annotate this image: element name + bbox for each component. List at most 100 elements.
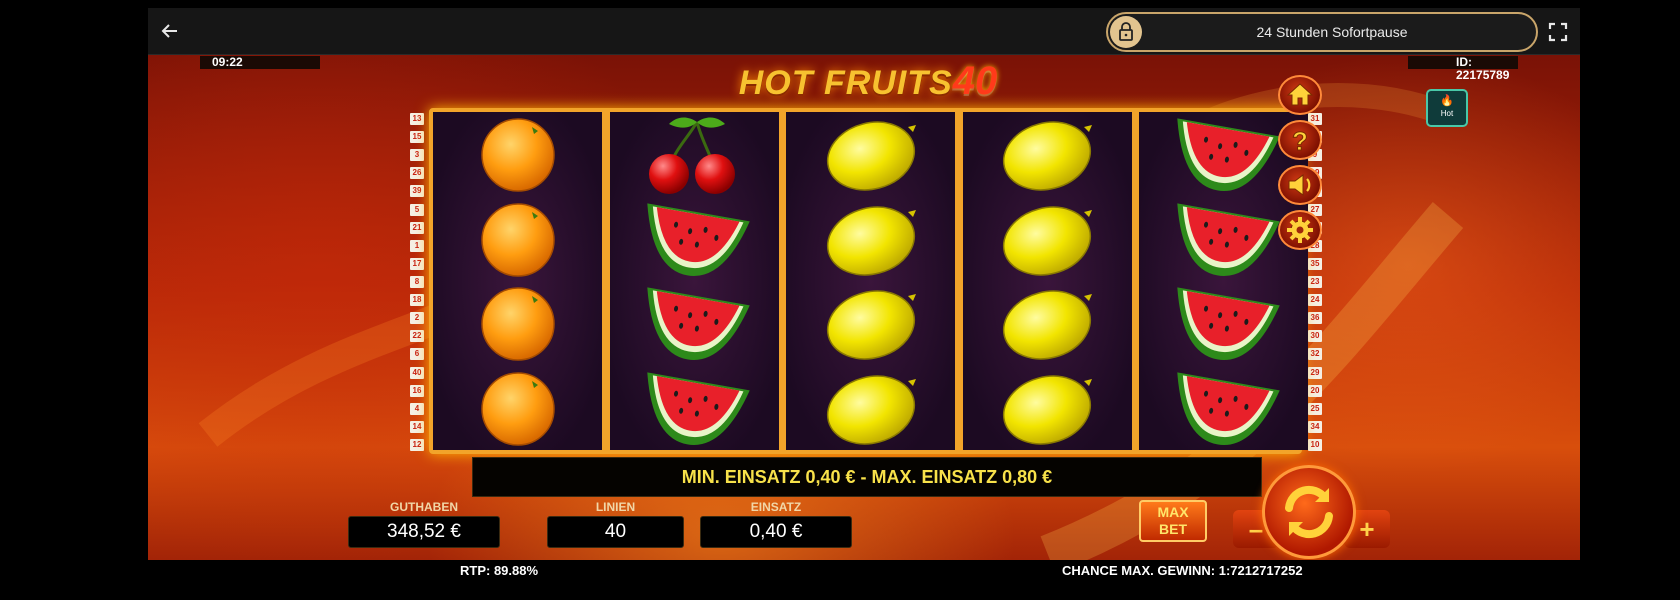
pause-label: 24 Stunden Sofortpause bbox=[1256, 24, 1408, 40]
watermelon-symbol bbox=[610, 366, 779, 451]
reel-1 bbox=[433, 112, 602, 450]
svg-text:?: ? bbox=[1292, 126, 1308, 156]
orange-symbol bbox=[433, 281, 602, 366]
payline-left-marker: 15 bbox=[410, 131, 424, 144]
lemon-symbol bbox=[963, 366, 1132, 451]
settings-button[interactable] bbox=[1278, 210, 1322, 250]
payline-right-marker: 30 bbox=[1308, 330, 1322, 343]
orange-symbol bbox=[433, 197, 602, 282]
spin-button[interactable] bbox=[1262, 465, 1356, 559]
payline-right-marker: 23 bbox=[1308, 275, 1322, 288]
bet-range-info: MIN. EINSATZ 0,40 € - MAX. EINSATZ 0,80 … bbox=[472, 457, 1262, 497]
payline-left-marker: 5 bbox=[410, 203, 424, 216]
payline-right-marker: 29 bbox=[1308, 366, 1322, 379]
payline-left-marker: 22 bbox=[410, 330, 424, 343]
help-icon: ? bbox=[1292, 126, 1309, 157]
payline-left-marker: 17 bbox=[410, 257, 424, 270]
payline-right-marker: 34 bbox=[1308, 420, 1322, 433]
lock-icon bbox=[1110, 16, 1142, 48]
orange-symbol bbox=[433, 366, 602, 451]
fullscreen-button[interactable] bbox=[1546, 20, 1570, 44]
payline-left-marker: 8 bbox=[410, 275, 424, 288]
arrow-left-icon bbox=[161, 24, 177, 38]
home-button[interactable] bbox=[1278, 75, 1322, 115]
hot-label: Hot bbox=[1440, 109, 1454, 118]
game-frame: 24 Stunden Sofortpause 09:22 ID: 2217578… bbox=[148, 8, 1580, 578]
payline-right-marker: 25 bbox=[1308, 402, 1322, 415]
max-bet-line1: MAX bbox=[1157, 504, 1189, 520]
payline-left-marker: 13 bbox=[410, 113, 424, 125]
max-win-chance-text: CHANCE MAX. GEWINN: 1:7212717252 bbox=[1062, 563, 1303, 578]
payline-left-marker: 6 bbox=[410, 348, 424, 361]
payline-left-marker: 12 bbox=[410, 438, 424, 451]
payline-left-marker: 1 bbox=[410, 239, 424, 252]
reel-4 bbox=[962, 112, 1132, 451]
lemon-symbol bbox=[963, 197, 1132, 282]
lemon-symbol bbox=[786, 112, 955, 197]
payline-right-marker: 20 bbox=[1308, 384, 1322, 397]
logo-number: 40 bbox=[952, 59, 998, 103]
sound-icon bbox=[1288, 174, 1311, 196]
sound-button[interactable] bbox=[1278, 165, 1322, 205]
payline-left-marker: 3 bbox=[410, 149, 424, 162]
lemon-symbol bbox=[786, 281, 955, 366]
game-logo: HOT FRUITS40 bbox=[688, 59, 1048, 111]
reel-grid bbox=[429, 108, 1308, 454]
reel-2 bbox=[609, 112, 779, 451]
balance-value: 348,52 € bbox=[348, 516, 500, 548]
logo-text: HOT FRUITS bbox=[738, 64, 953, 102]
lines-value: 40 bbox=[547, 516, 684, 548]
footer-bar bbox=[148, 560, 1580, 578]
max-bet-button[interactable]: MAX BET bbox=[1139, 500, 1207, 542]
bet-panel: EINSATZ 0,40 € bbox=[700, 500, 852, 548]
payline-left-marker: 14 bbox=[410, 420, 424, 433]
payline-right-marker: 24 bbox=[1308, 294, 1322, 307]
watermelon-symbol bbox=[610, 197, 779, 282]
balance-panel: GUTHABEN 348,52 € bbox=[348, 500, 500, 548]
help-button[interactable]: ? bbox=[1278, 120, 1322, 160]
cherry-symbol bbox=[610, 112, 779, 197]
fullscreen-icon bbox=[1548, 22, 1568, 42]
watermelon-symbol bbox=[1139, 366, 1308, 451]
lines-panel: LINIEN 40 bbox=[547, 500, 684, 548]
max-bet-line2: BET bbox=[1159, 521, 1187, 537]
bet-label: EINSATZ bbox=[750, 500, 802, 514]
home-icon bbox=[1286, 83, 1314, 106]
rtp-text: RTP: 89.88% bbox=[460, 563, 539, 578]
bet-value: 0,40 € bbox=[700, 516, 852, 548]
reel-3 bbox=[786, 112, 955, 450]
payline-left-marker: 18 bbox=[410, 294, 424, 307]
orange-symbol bbox=[433, 112, 602, 197]
payline-right-marker: 35 bbox=[1308, 257, 1322, 270]
slot-game: 09:22 ID: 22175789 HOT FRUITS40 13 15 3 26 3… bbox=[148, 55, 1580, 578]
hot-games-button[interactable]: 🔥 Hot bbox=[1426, 89, 1468, 127]
settings-icon bbox=[1287, 217, 1313, 243]
lines-label: LINIEN bbox=[595, 500, 636, 514]
clock: 09:22 bbox=[200, 56, 320, 69]
reel-5 bbox=[1139, 112, 1308, 450]
payline-left-marker: 4 bbox=[410, 402, 424, 415]
payline-right-marker: 32 bbox=[1308, 348, 1322, 361]
payline-right-marker: 10 bbox=[1308, 438, 1322, 451]
payline-markers-left: 13 15 3 26 39 5 21 1 17 8 18 2 22 6 40 16 4 14 12 bbox=[410, 113, 424, 451]
payline-left-marker: 26 bbox=[410, 167, 424, 180]
pause-24h-button[interactable]: 24 Stunden Sofortpause bbox=[1106, 12, 1538, 52]
flame-icon: 🔥 bbox=[1440, 95, 1454, 107]
watermelon-symbol bbox=[610, 281, 779, 366]
back-button[interactable] bbox=[156, 17, 184, 45]
refresh-icon bbox=[1285, 485, 1333, 539]
payline-left-marker: 21 bbox=[410, 221, 424, 234]
game-id: ID: 22175789 bbox=[1408, 56, 1518, 82]
watermelon-symbol bbox=[1139, 281, 1308, 366]
lemon-symbol bbox=[786, 366, 955, 451]
lemon-symbol bbox=[963, 281, 1132, 366]
payline-right-marker: 36 bbox=[1308, 312, 1322, 325]
payline-left-marker: 39 bbox=[410, 185, 424, 198]
payline-left-marker: 2 bbox=[410, 312, 424, 325]
lemon-symbol bbox=[963, 112, 1132, 197]
payline-left-marker: 40 bbox=[410, 366, 424, 379]
payline-markers-right: 3111919372733283523243630322920253410 bbox=[1308, 113, 1322, 451]
lemon-symbol bbox=[786, 197, 955, 282]
top-bar: 24 Stunden Sofortpause bbox=[148, 8, 1580, 55]
balance-label: GUTHABEN bbox=[390, 500, 458, 514]
